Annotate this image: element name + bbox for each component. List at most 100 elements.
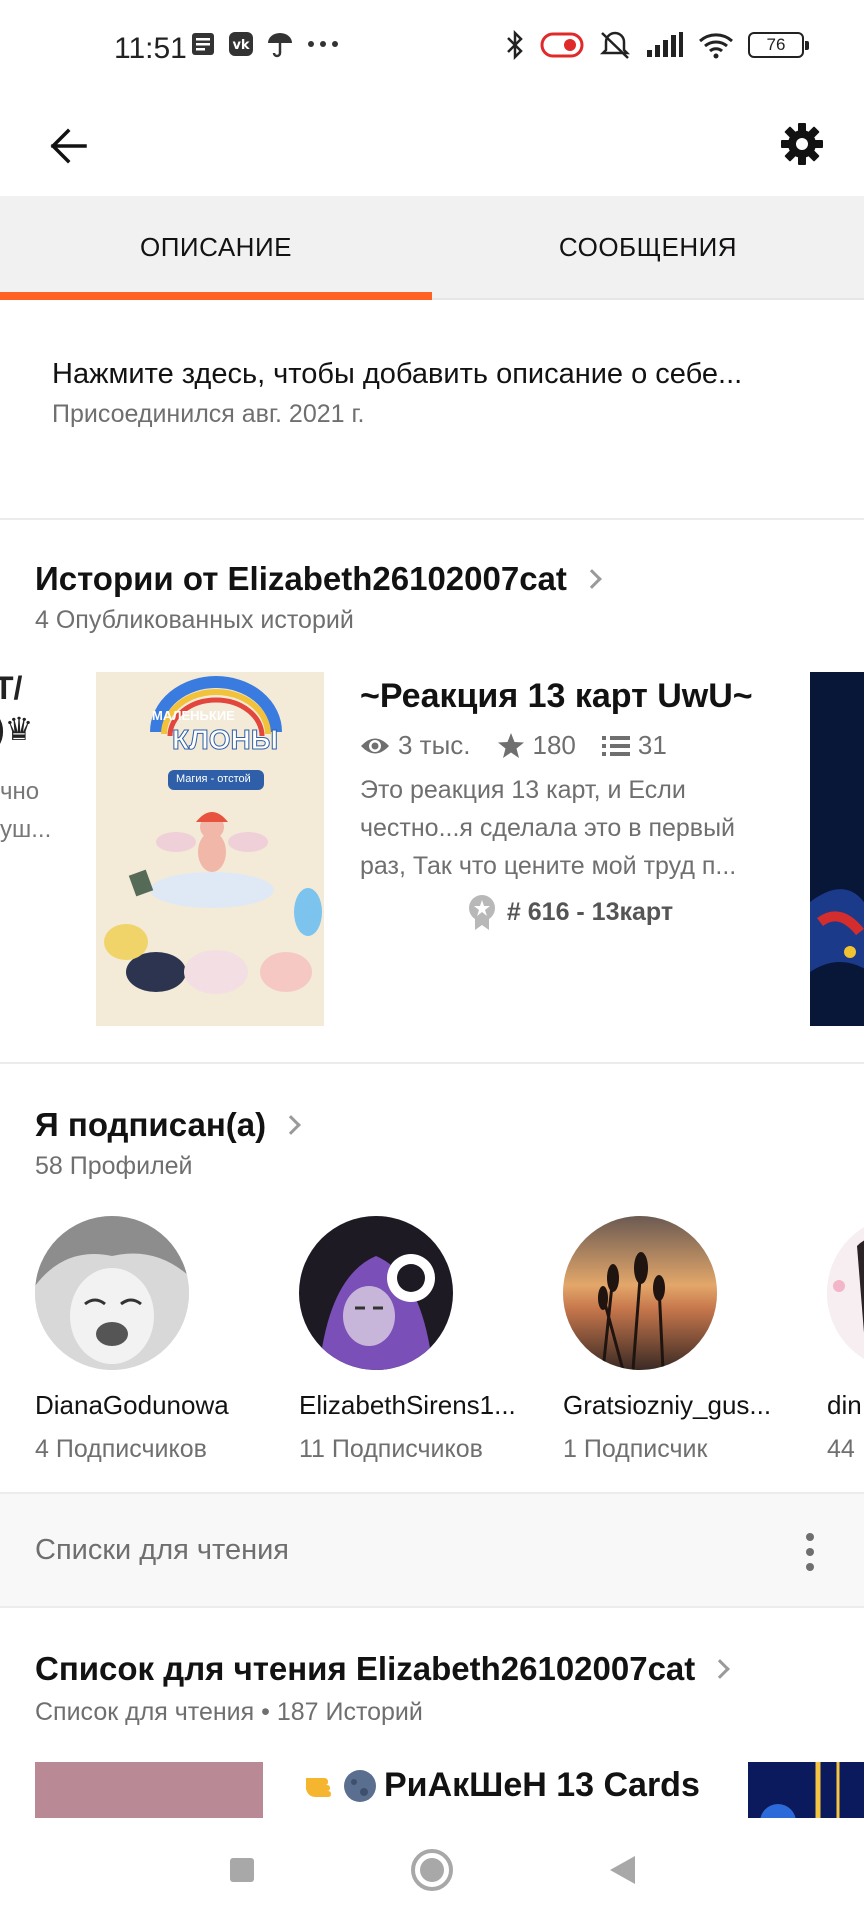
profile-card[interactable]: DianaGodunowa 4 Подписчиков — [35, 1216, 265, 1464]
status-time: 11:51 — [114, 32, 187, 65]
avatar — [299, 1216, 453, 1370]
app-bar — [0, 96, 864, 196]
stories-header[interactable]: Истории от Elizabeth26102007cat — [35, 560, 602, 598]
chevron-right-icon — [281, 1115, 301, 1135]
profile-followers: 44 — [827, 1435, 855, 1463]
vpn-icon — [540, 32, 584, 58]
profile-followers: 11 Подписчиков — [299, 1435, 483, 1463]
story-stats: 3 тыс. 180 31 — [360, 730, 780, 761]
story-cover[interactable]: МАЛЕНЬКИЕ КЛОНЫ Магия - отстой — [96, 672, 324, 1026]
story-card-partial-left[interactable]: Т/ )♛ чно уш... — [0, 670, 60, 920]
home-button[interactable] — [404, 1842, 460, 1898]
parts-stat: 31 — [601, 730, 667, 761]
ribbon-award-icon — [468, 895, 495, 930]
reads-count: 3 тыс. — [398, 730, 471, 760]
more-dots-icon — [308, 41, 338, 47]
story-rank-label: # 616 - 13карт — [506, 897, 674, 926]
story-card-partial-right[interactable] — [810, 672, 864, 1026]
chevron-right-icon — [582, 569, 602, 589]
reading-list-header[interactable]: Список для чтения Elizabeth26102007cat — [35, 1650, 731, 1688]
profile-followers: 1 Подписчик — [563, 1435, 708, 1463]
notes-icon — [192, 33, 214, 55]
reading-list-cover[interactable] — [35, 1762, 263, 1818]
signal-icon — [647, 32, 683, 57]
avatar — [35, 1216, 189, 1370]
partial-story-title-line2: )♛ — [0, 711, 34, 747]
stories-count: 4 Опубликованных историй — [35, 606, 354, 634]
profile-card[interactable]: Gratsiozniy_gus... 1 Подписчик — [563, 1216, 793, 1464]
profile-tabs: ОПИСАНИЕ СООБЩЕНИЯ — [0, 196, 864, 300]
story-description: Это реакция 13 карт, и Если честно...я с… — [360, 776, 737, 880]
avatar — [827, 1216, 864, 1370]
parts-count: 31 — [637, 730, 667, 760]
reading-list-title: Список для чтения Elizabeth26102007cat — [35, 1650, 696, 1687]
status-left-icons: vk — [190, 30, 340, 58]
settings-button[interactable] — [770, 112, 834, 176]
profile-name: DianaGodunowa — [35, 1390, 229, 1420]
more-options-button[interactable] — [790, 1524, 830, 1580]
gear-icon — [781, 123, 823, 165]
chevron-right-icon — [710, 1659, 731, 1679]
profile-card-partial[interactable]: din 44 — [827, 1216, 864, 1464]
story-rank[interactable]: # 616 - 13карт — [360, 893, 780, 931]
votes-stat: 180 — [497, 730, 576, 761]
profile-name: din — [827, 1390, 862, 1420]
eye-icon — [361, 738, 389, 753]
back-button[interactable] — [36, 114, 100, 178]
star-icon — [497, 732, 524, 758]
profile-card[interactable]: ElizabethSirens1... 11 Подписчиков — [299, 1216, 529, 1464]
tab-messages-label: СООБЩЕНИЯ — [558, 231, 738, 262]
mute-icon — [599, 31, 631, 59]
add-description-prompt[interactable]: Нажмите здесь, чтобы добавить описание о… — [52, 358, 742, 391]
wifi-icon — [699, 33, 733, 59]
reading-list-cover[interactable] — [748, 1762, 864, 1818]
battery-indicator: 76 — [748, 32, 809, 58]
tab-messages[interactable]: СООБЩЕНИЯ — [432, 196, 864, 298]
tab-description-label: ОПИСАНИЕ — [140, 231, 292, 262]
following-header[interactable]: Я подписан(а) — [35, 1106, 301, 1144]
reads-stat: 3 тыс. — [360, 730, 471, 761]
status-bar: 11:51 vk 76 — [0, 0, 864, 96]
cover-text-sub: Магия - отстой — [176, 773, 251, 785]
story-info[interactable]: ~Реакция 13 карт UwU~ 3 тыс. 180 31 Это … — [360, 676, 780, 931]
votes-count: 180 — [532, 730, 576, 760]
cover-text-top: МАЛЕНЬКИЕ — [152, 708, 235, 723]
reading-lists-header: Списки для чтения — [0, 1494, 864, 1608]
vk-icon: vk — [229, 32, 253, 56]
reading-list-story-title: РиАкШеН 13 Cards — [384, 1766, 700, 1804]
recents-button[interactable] — [214, 1842, 270, 1898]
dot — [806, 1548, 814, 1556]
avatar — [563, 1216, 717, 1370]
partial-story-desc-line1: чно — [0, 778, 40, 805]
back-triangle-icon — [610, 1856, 635, 1884]
reading-lists-title: Списки для чтения — [35, 1534, 290, 1566]
about-section[interactable]: Нажмите здесь, чтобы добавить описание о… — [0, 300, 864, 520]
following-count: 58 Профилей — [35, 1152, 193, 1180]
hand-emoji-icon — [306, 1777, 331, 1797]
stories-section: Истории от Elizabeth26102007cat 4 Опубли… — [0, 520, 864, 1064]
profile-name: Gratsiozniy_gus... — [563, 1390, 772, 1420]
profile-name: ElizabethSirens1... — [299, 1390, 516, 1420]
list-icon — [601, 735, 630, 756]
story-title: ~Реакция 13 карт UwU~ — [360, 677, 753, 715]
umbrella-icon — [268, 33, 292, 58]
tab-description[interactable]: ОПИСАНИЕ — [0, 196, 432, 300]
reading-list-story[interactable]: РиАкШеН 13 Cards — [300, 1766, 700, 1805]
profile-followers: 4 Подписчиков — [35, 1435, 207, 1463]
back-nav-button[interactable] — [594, 1842, 650, 1898]
reading-list-sub: Список для чтения • 187 Историй — [35, 1698, 423, 1726]
reading-list-section: Список для чтения Elizabeth26102007cat С… — [0, 1608, 864, 1818]
following-section: Я подписан(а) 58 Профилей DianaGodunowa … — [0, 1066, 864, 1494]
following-title: Я подписан(а) — [35, 1106, 267, 1143]
system-nav-bar — [0, 1818, 864, 1920]
recents-square-icon — [230, 1858, 254, 1882]
partial-story-title-line1: Т/ — [0, 670, 23, 706]
moon-emoji-icon — [344, 1769, 376, 1802]
vertical-dots-icon — [806, 1533, 814, 1541]
partial-story-desc-line2: уш... — [0, 816, 52, 843]
dot — [806, 1563, 814, 1571]
cover-text-main: КЛОНЫ — [171, 724, 279, 756]
stories-title: Истории от Elizabeth26102007cat — [35, 560, 567, 597]
status-right-icons: 76 — [504, 30, 809, 60]
home-circle-icon — [411, 1849, 453, 1891]
